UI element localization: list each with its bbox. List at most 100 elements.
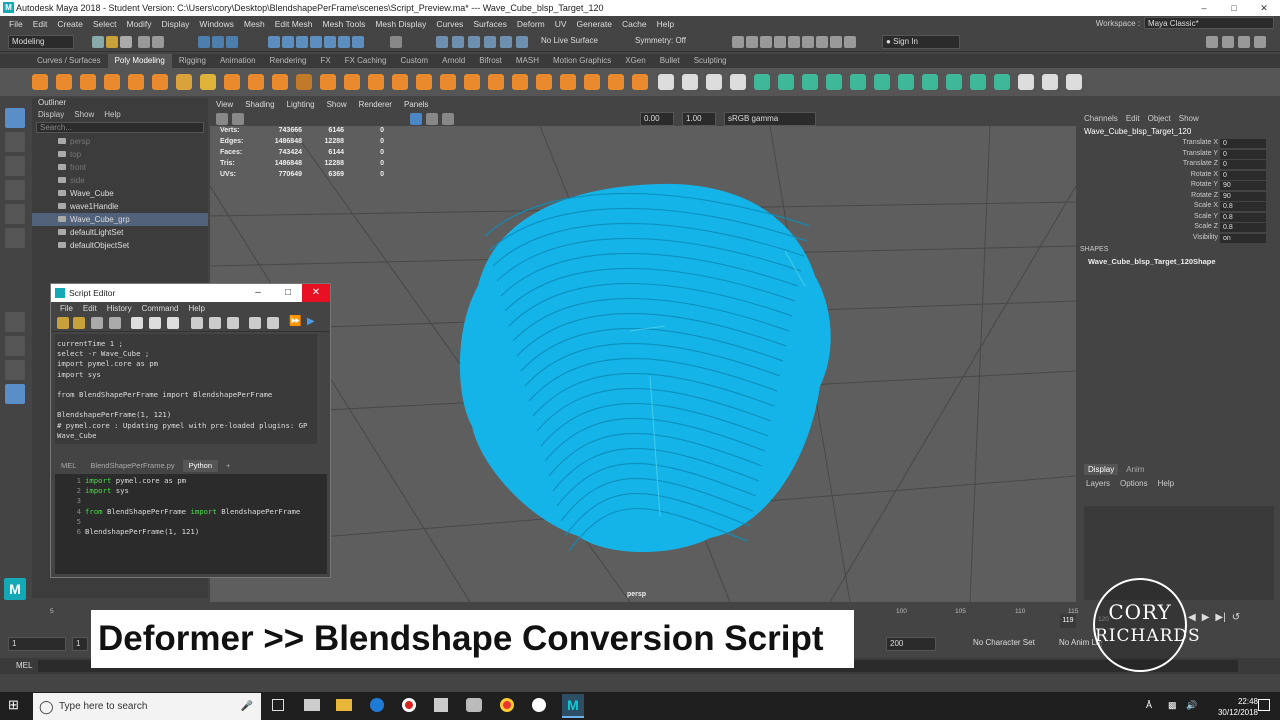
end-frame-field[interactable]: 200	[886, 637, 936, 651]
clear-input-icon[interactable]	[149, 317, 161, 329]
system-clock[interactable]: 22:48 30/12/2018	[1218, 696, 1258, 718]
menu-windows[interactable]: Windows	[194, 19, 238, 29]
show-history-icon[interactable]	[191, 317, 203, 329]
outliner-item-persp[interactable]: persp	[32, 135, 208, 148]
shelf-tool-27-icon[interactable]	[682, 74, 698, 90]
gamma-field[interactable]: 1.00	[682, 112, 716, 126]
script-menu-edit[interactable]: Edit	[78, 304, 102, 313]
shelf-tool-35-icon[interactable]	[874, 74, 890, 90]
new-scene-icon[interactable]	[92, 36, 104, 48]
lock-icon[interactable]	[390, 36, 402, 48]
redo-icon[interactable]	[152, 36, 164, 48]
show-input-icon[interactable]	[209, 317, 221, 329]
use-lights-icon[interactable]	[442, 113, 454, 125]
layer-menu-layers[interactable]: Layers	[1086, 479, 1110, 488]
source-script-icon[interactable]	[73, 317, 85, 329]
outliner-menu-display[interactable]: Display	[38, 110, 64, 119]
save-script-icon[interactable]	[91, 317, 103, 329]
record-icon[interactable]	[402, 698, 416, 712]
attr-rotate-y[interactable]: Rotate Y 90	[1080, 181, 1278, 191]
show-both-icon[interactable]	[227, 317, 239, 329]
attr-rotate-z[interactable]: Rotate Z 90	[1080, 191, 1278, 202]
open-scene-icon[interactable]	[106, 36, 118, 48]
menu-mesh[interactable]: Mesh	[239, 19, 270, 29]
snap-point-icon[interactable]	[296, 36, 308, 48]
outliner-item-wave-cube[interactable]: Wave_Cube	[32, 187, 208, 200]
shelf-tool-33-icon[interactable]	[826, 74, 842, 90]
camera-icon[interactable]	[516, 36, 528, 48]
shelf-tab-sculpting[interactable]: Sculpting	[687, 54, 734, 68]
rotate-tool-icon[interactable]	[5, 204, 25, 224]
shelf-tool-19-icon[interactable]	[488, 74, 504, 90]
live-surface-field[interactable]: No Live Surface	[538, 35, 624, 49]
menu-mesh-display[interactable]: Mesh Display	[370, 19, 431, 29]
shape-node-name[interactable]: Wave_Cube_blsp_Target_120Shape	[1088, 257, 1216, 266]
shelf-tool-1-icon[interactable]	[56, 74, 72, 90]
edge-icon[interactable]	[370, 698, 384, 712]
outliner-item-top[interactable]: top	[32, 148, 208, 161]
shelf-tab-arnold[interactable]: Arnold	[435, 54, 472, 68]
next-key-icon[interactable]: ▶|	[1215, 612, 1225, 623]
shelf-tool-22-icon[interactable]	[560, 74, 576, 90]
attr-value[interactable]: 0	[1220, 170, 1266, 180]
signin-dropdown[interactable]: ● Sign In	[882, 35, 960, 49]
shelf-tool-9-icon[interactable]	[248, 74, 264, 90]
shelf-tool-10-icon[interactable]	[272, 74, 288, 90]
script-menu-history[interactable]: History	[102, 304, 137, 313]
attr-value[interactable]: 0	[1220, 139, 1266, 148]
echo-commands-icon[interactable]	[249, 317, 261, 329]
character-set-dropdown[interactable]: No Character Set	[970, 637, 1048, 651]
lasso-tool-icon[interactable]	[5, 132, 25, 152]
layer-menu-help[interactable]: Help	[1158, 479, 1174, 488]
volume-icon[interactable]: 🔊	[1186, 700, 1197, 711]
select-camera-icon[interactable]	[216, 113, 228, 125]
script-editor-titlebar[interactable]: Script Editor – □ ✕	[51, 284, 330, 302]
attr-rotate-x[interactable]: Rotate X0	[1080, 170, 1278, 181]
task-view-icon[interactable]	[272, 699, 284, 711]
script-tab-python[interactable]: Python	[182, 460, 218, 472]
shelf-tab-curves-surfaces[interactable]: Curves / Surfaces	[30, 54, 108, 68]
menu-modify[interactable]: Modify	[122, 19, 157, 29]
shelf-tool-29-icon[interactable]	[730, 74, 746, 90]
shelf-tool-13-icon[interactable]	[344, 74, 360, 90]
outliner-item-wave1handle[interactable]: wave1Handle	[32, 200, 208, 213]
attr-value[interactable]: 90	[1220, 191, 1266, 201]
attr-value[interactable]: 0.8	[1220, 212, 1266, 222]
shelf-tab-custom[interactable]: Custom	[394, 54, 436, 68]
outliner-layout-icon[interactable]	[5, 384, 25, 404]
shelf-tool-41-icon[interactable]	[1018, 74, 1034, 90]
save-to-shelf-icon[interactable]	[109, 317, 121, 329]
four-view-icon[interactable]	[5, 336, 25, 356]
save-scene-icon[interactable]	[120, 36, 132, 48]
command-language-label[interactable]: MEL	[16, 661, 32, 670]
microphone-icon[interactable]: 🎤	[241, 693, 253, 720]
render-settings-icon[interactable]	[468, 36, 480, 48]
pause-icon[interactable]	[844, 36, 856, 48]
snap-plane-icon[interactable]	[352, 36, 364, 48]
shelf-tab-fx[interactable]: FX	[313, 54, 337, 68]
channel-menu-show[interactable]: Show	[1179, 114, 1199, 123]
channel-menu-channels[interactable]: Channels	[1084, 114, 1118, 123]
layer-tab-display[interactable]: Display	[1084, 464, 1119, 475]
menu-help[interactable]: Help	[652, 19, 679, 29]
channel-menu-object[interactable]: Object	[1148, 114, 1171, 123]
hypershade-icon[interactable]	[484, 36, 496, 48]
script-history-pane[interactable]: currentTime 1 ; select -r Wave_Cube ; impo…	[55, 334, 317, 444]
snap-curve-icon[interactable]	[282, 36, 294, 48]
chrome-icon[interactable]	[500, 698, 514, 712]
menu-edit[interactable]: Edit	[28, 19, 53, 29]
prev-key-icon[interactable]: ◀	[1188, 612, 1196, 623]
open-script-icon[interactable]	[57, 317, 69, 329]
select-hierarchy-icon[interactable]	[198, 36, 210, 48]
windows-start-icon[interactable]: ⊞	[8, 698, 22, 712]
shelf-tool-15-icon[interactable]	[392, 74, 408, 90]
network-icon[interactable]: ▩	[1168, 700, 1177, 711]
viewport-menu-panels[interactable]: Panels	[398, 100, 434, 112]
line-numbers-icon[interactable]	[267, 317, 279, 329]
menu-surfaces[interactable]: Surfaces	[468, 19, 512, 29]
shadows-icon[interactable]	[816, 36, 828, 48]
isolate-icon[interactable]	[830, 36, 842, 48]
wireframe-icon[interactable]	[760, 36, 772, 48]
snap-surface-icon[interactable]	[310, 36, 322, 48]
attr-value[interactable]: 0	[1220, 149, 1266, 159]
